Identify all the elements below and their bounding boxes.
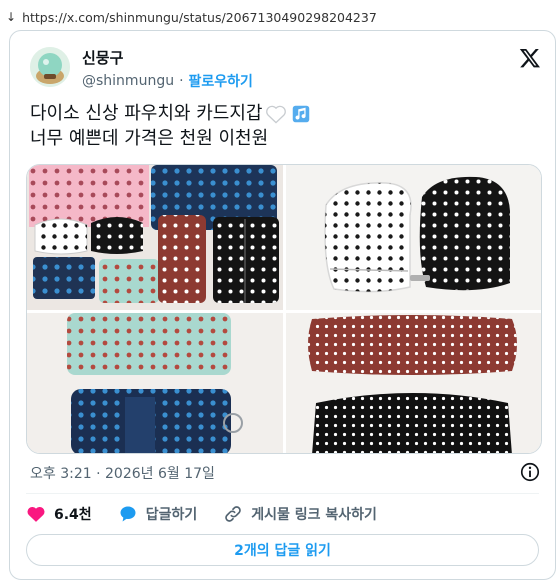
url-text: https://x.com/shinmungu/status/206713049… bbox=[22, 9, 377, 25]
address-bar[interactable]: ↓ https://x.com/shinmungu/status/2067130… bbox=[6, 8, 377, 26]
music-notes-icon bbox=[290, 103, 312, 125]
like-count: 6.4천 bbox=[54, 507, 92, 523]
info-icon[interactable] bbox=[519, 461, 541, 483]
copy-link-label: 게시물 링크 복사하기 bbox=[251, 507, 377, 523]
link-icon bbox=[225, 506, 242, 522]
avatar[interactable] bbox=[30, 47, 70, 87]
media-grid[interactable] bbox=[26, 164, 542, 454]
dotted-coin-purses-photo[interactable] bbox=[286, 165, 541, 310]
tweet-line-2: 너무 예쁜데 가격은 천원 이천원 bbox=[30, 128, 269, 149]
author-handle-row: @shinmungu · 팔로우하기 bbox=[82, 71, 253, 91]
tweet-card: 신뭉구 @shinmungu · 팔로우하기 다이소 신상 파우치와 카드지갑 … bbox=[9, 30, 556, 580]
tweet-text: 다이소 신상 파우치와 카드지갑 너무 예쁜데 가격은 천원 이천원 bbox=[30, 101, 312, 151]
reply-label: 답글하기 bbox=[145, 507, 198, 523]
reply-button[interactable]: 답글하기 bbox=[118, 504, 198, 524]
author-handle[interactable]: @shinmungu bbox=[82, 73, 174, 89]
reply-bubble-icon bbox=[120, 506, 136, 522]
tweet-line-1: 다이소 신상 파우치와 카드지갑 bbox=[30, 103, 263, 124]
tweet-timestamp[interactable]: 오후 3:21 · 2026년 6월 17일 bbox=[30, 463, 215, 483]
divider bbox=[26, 493, 539, 494]
mint-card-wallet-photo[interactable] bbox=[27, 313, 283, 453]
download-arrow-icon: ↓ bbox=[6, 10, 17, 24]
x-logo-icon[interactable] bbox=[519, 47, 541, 69]
action-bar: 6.4천 답글하기 게시물 링크 복사하기 bbox=[26, 501, 403, 527]
follow-button[interactable]: 팔로우하기 bbox=[189, 71, 253, 91]
copy-link-button[interactable]: 게시물 링크 복사하기 bbox=[223, 504, 377, 524]
author-name[interactable]: 신뭉구 bbox=[82, 47, 123, 68]
pouches-collection-photo[interactable] bbox=[27, 165, 283, 310]
like-button[interactable]: 6.4천 bbox=[26, 504, 92, 524]
read-replies-button[interactable]: 2개의 답글 읽기 bbox=[26, 534, 539, 566]
white-heart-icon bbox=[265, 104, 287, 124]
brown-black-pouches-photo[interactable] bbox=[286, 313, 541, 453]
separator-dot: · bbox=[179, 73, 184, 89]
heart-icon bbox=[27, 506, 45, 522]
